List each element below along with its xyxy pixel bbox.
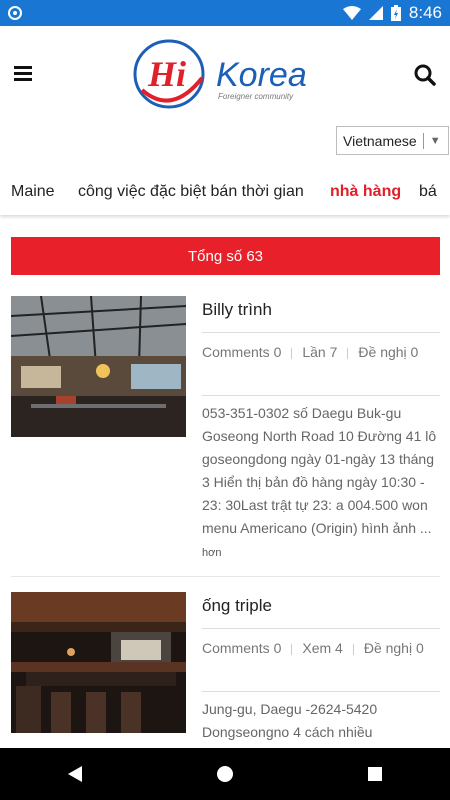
divider [202,395,440,396]
item-meta: Comments 0 Xem 4 Đề nghị 0 [202,636,440,660]
language-select[interactable]: Vietnamese ▼ [336,126,449,155]
svg-text:Foreigner community: Foreigner community [218,92,294,101]
status-time: 8:46 [408,3,442,22]
recommend-count: Đề nghị 0 [363,640,424,656]
svg-text:Hi: Hi [147,54,186,94]
svg-text:Korea: Korea [216,56,307,94]
restaurant-thumbnail[interactable] [11,592,186,733]
views-count: Xem 4 [302,640,343,656]
comments-count: Comments 0 [202,344,282,360]
restaurant-thumbnail[interactable] [11,296,186,437]
item-description: 053-351-0302 số Daegu Buk-gu Goseong Nor… [202,402,440,565]
item-divider [11,576,440,577]
item-description: Jung-gu, Daegu -2624-5420 Dongseongno 4 … [202,698,440,744]
app-header: Hi Korea Foreigner community [0,26,450,122]
status-bar: 8:46 [0,0,450,26]
wifi-icon [342,6,361,20]
divider [202,332,440,333]
language-divider [422,132,424,149]
notification-dot-icon [8,6,22,20]
home-button[interactable] [205,754,245,794]
total-count-bar: Tổng số 63 [11,237,440,275]
recents-square-icon [368,767,382,781]
divider [202,628,440,629]
item-description-text: Jung-gu, Daegu -2624-5420 Dongseongno 4 … [202,701,378,740]
home-circle-icon [217,766,233,782]
more-link[interactable]: hơn [202,547,221,559]
recommend-count: Đề nghị 0 [358,344,419,360]
back-button[interactable] [55,754,95,794]
status-right: 8:46 [342,3,442,23]
system-nav-bar [0,748,450,800]
tab-part-time-job[interactable]: công việc đặc biệt bán thời gian [78,183,304,201]
item-title[interactable]: Billy trình [202,300,272,320]
tab-maine[interactable]: Maine [11,183,55,201]
menu-icon[interactable] [14,66,32,81]
language-selected: Vietnamese [343,132,417,149]
views-count: Lần 7 [302,344,338,360]
battery-icon [390,5,401,21]
item-title[interactable]: ống triple [202,596,272,616]
item-meta: Comments 0 Lần 7 Đề nghị 0 [202,340,440,364]
tab-restaurant[interactable]: nhà hàng [330,183,401,201]
status-left [8,6,22,20]
hi-korea-logo[interactable]: Hi Korea Foreigner community [132,38,322,110]
divider [202,691,440,692]
item-description-text: 053-351-0302 số Daegu Buk-gu Goseong Nor… [202,405,437,536]
tab-more[interactable]: bá [419,183,437,201]
comments-count: Comments 0 [202,640,282,656]
search-icon[interactable] [414,64,436,86]
back-triangle-icon [68,766,82,782]
recents-button[interactable] [355,754,395,794]
category-tabs: Maine công việc đặc biệt bán thời gian n… [0,169,450,215]
signal-icon [368,6,383,20]
dropdown-arrow-icon: ▼ [429,134,441,147]
